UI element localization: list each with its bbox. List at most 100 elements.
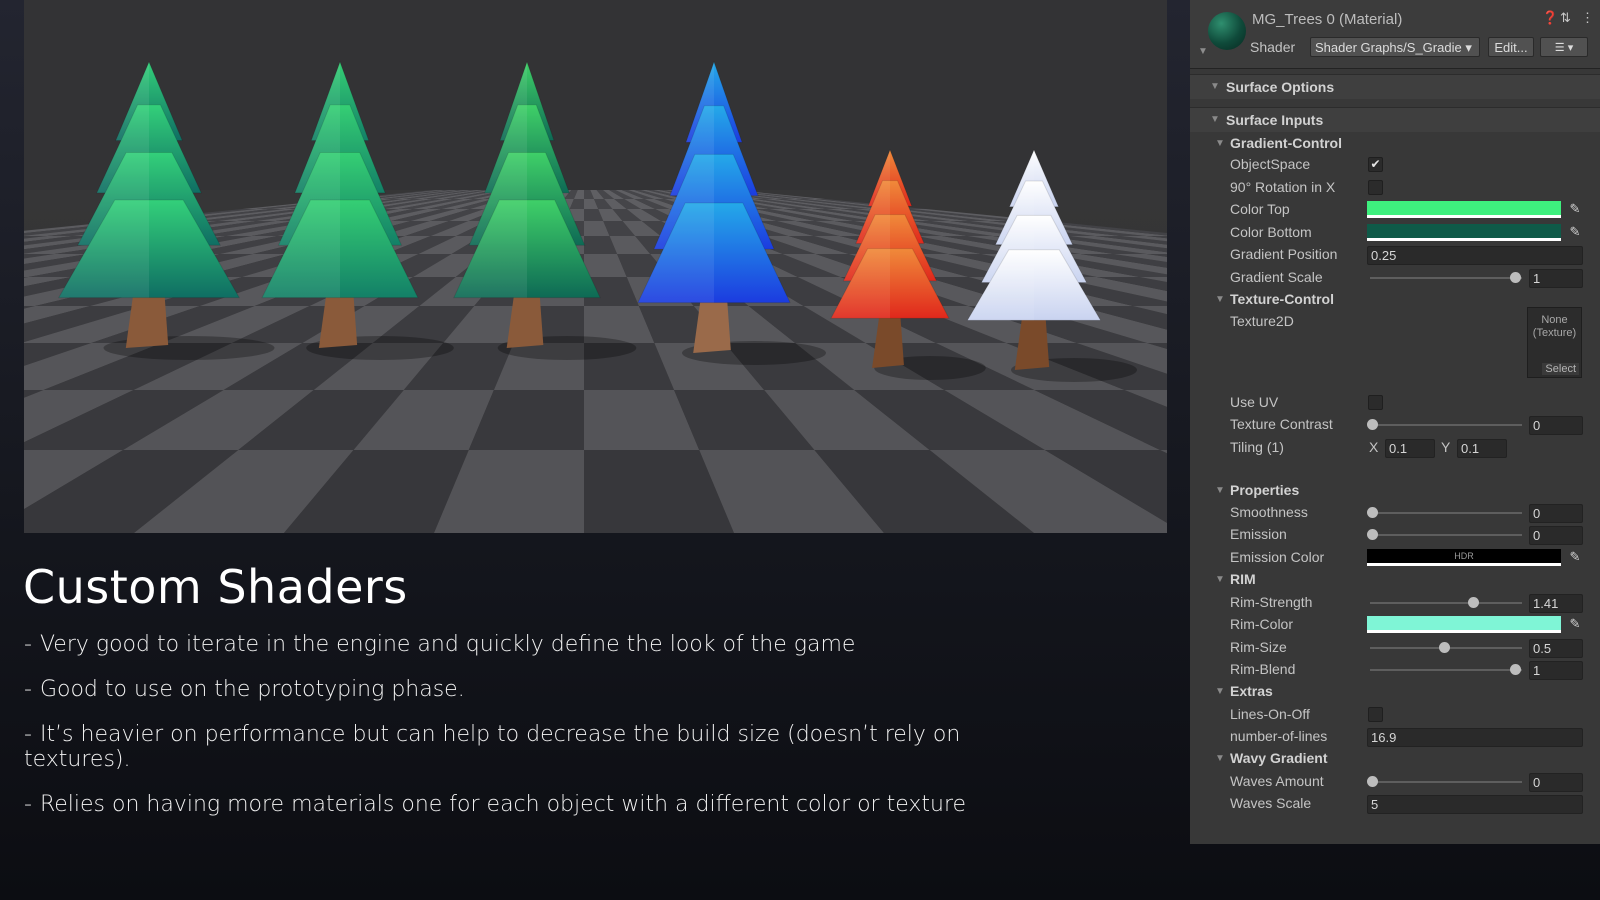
- preset-icon[interactable]: ⇅: [1560, 10, 1571, 26]
- tiling-x-field[interactable]: 0.1: [1385, 439, 1435, 458]
- property-label: Color Bottom: [1230, 224, 1312, 240]
- group-wavy-gradient[interactable]: Wavy Gradient: [1230, 750, 1328, 766]
- rim-strength-field[interactable]: 1.41: [1529, 594, 1583, 613]
- property-label: ObjectSpace: [1230, 156, 1311, 172]
- emission-field[interactable]: 0: [1529, 526, 1583, 545]
- property-label: Rim-Color: [1230, 616, 1293, 632]
- property-label: Waves Scale: [1230, 795, 1312, 811]
- edit-shader-button[interactable]: Edit...: [1488, 37, 1534, 57]
- group-gradient-control[interactable]: Gradient-Control: [1230, 135, 1342, 151]
- slider-handle[interactable]: [1510, 272, 1521, 283]
- property-label: Gradient Scale: [1230, 269, 1323, 285]
- fold-arrow-icon[interactable]: ▼: [1198, 46, 1208, 57]
- section-surface-inputs[interactable]: ▼ Surface Inputs: [1190, 107, 1600, 132]
- object-space-checkbox[interactable]: ✔: [1368, 157, 1383, 172]
- shader-dropdown[interactable]: Shader Graphs/S_Gradie ▾: [1310, 37, 1480, 57]
- bullet-text: It’s heavier on performance but can help…: [24, 722, 961, 772]
- property-label: Tiling (1): [1230, 439, 1284, 455]
- property-color-top: Color Top ✎: [1190, 199, 1600, 221]
- slider-track[interactable]: [1370, 277, 1522, 279]
- help-icon[interactable]: ❓: [1542, 10, 1558, 26]
- bullet-text: Good to use on the prototyping phase.: [39, 677, 465, 702]
- property-waves-scale: Waves Scale 5: [1190, 793, 1600, 815]
- property-label: Smoothness: [1230, 504, 1308, 520]
- property-lines-on-off: Lines-On-Off: [1190, 704, 1600, 726]
- property-label: Rim-Size: [1230, 639, 1287, 655]
- eyedropper-icon[interactable]: ✎: [1566, 201, 1584, 219]
- property-use-uv: Use UV: [1190, 392, 1600, 414]
- slider-handle[interactable]: [1439, 642, 1450, 653]
- slider-handle[interactable]: [1367, 529, 1378, 540]
- slider-track[interactable]: [1370, 534, 1522, 536]
- property-label: Texture2D: [1230, 313, 1294, 329]
- slider-handle[interactable]: [1367, 419, 1378, 430]
- shader-label: Shader: [1250, 39, 1296, 55]
- gradient-scale-field[interactable]: 1: [1529, 269, 1583, 288]
- slider-track[interactable]: [1370, 602, 1522, 604]
- property-tiling: Tiling (1) X 0.1 Y 0.1: [1190, 437, 1600, 459]
- scene-render: [24, 0, 1167, 533]
- fold-arrow-icon[interactable]: ▼: [1215, 294, 1225, 305]
- property-rim-strength: Rim-Strength 1.41: [1190, 592, 1600, 614]
- rim-blend-field[interactable]: 1: [1529, 661, 1583, 680]
- section-surface-options[interactable]: ▼ Surface Options: [1190, 74, 1600, 99]
- property-label: number-of-lines: [1230, 728, 1328, 744]
- group-properties[interactable]: Properties: [1230, 482, 1299, 498]
- bullet-item: - Good to use on the prototyping phase.: [24, 677, 465, 702]
- tiling-y-label: Y: [1441, 439, 1451, 455]
- property-gradient-position: Gradient Position 0.25: [1190, 244, 1600, 266]
- group-rim[interactable]: RIM: [1230, 571, 1256, 587]
- fold-arrow-icon[interactable]: ▼: [1215, 574, 1225, 585]
- color-top-swatch[interactable]: [1367, 201, 1561, 218]
- slider-track[interactable]: [1370, 424, 1522, 426]
- waves-scale-field[interactable]: 5: [1367, 795, 1583, 814]
- property-rim-size: Rim-Size 0.5: [1190, 637, 1600, 659]
- slider-handle[interactable]: [1367, 776, 1378, 787]
- property-label: Emission: [1230, 526, 1287, 542]
- rim-color-swatch[interactable]: [1367, 616, 1561, 633]
- fold-arrow-icon[interactable]: ▼: [1215, 686, 1225, 697]
- property-label: Waves Amount: [1230, 773, 1324, 789]
- lines-on-off-checkbox[interactable]: [1368, 707, 1383, 722]
- material-preview-icon[interactable]: [1208, 12, 1246, 50]
- section-label: Surface Inputs: [1226, 112, 1324, 128]
- fold-arrow-icon[interactable]: ▼: [1215, 753, 1225, 764]
- property-number-of-lines: number-of-lines 16.9: [1190, 726, 1600, 748]
- fold-arrow-icon[interactable]: ▼: [1215, 138, 1225, 149]
- sky-backdrop: [24, 0, 1167, 190]
- color-bottom-swatch[interactable]: [1367, 224, 1561, 241]
- texture-select-button[interactable]: Select: [1542, 363, 1579, 375]
- slider-track[interactable]: [1370, 781, 1522, 783]
- eyedropper-icon[interactable]: ✎: [1566, 549, 1584, 567]
- rotation-x-checkbox[interactable]: [1368, 180, 1383, 195]
- eyedropper-icon[interactable]: ✎: [1566, 224, 1584, 242]
- group-extras[interactable]: Extras: [1230, 683, 1273, 699]
- hdr-label: HDR: [1454, 551, 1474, 561]
- number-of-lines-field[interactable]: 16.9: [1367, 728, 1583, 747]
- gradient-position-field[interactable]: 0.25: [1367, 246, 1583, 265]
- bullet-list: - Very good to iterate in the engine and …: [24, 632, 984, 837]
- fold-arrow-icon[interactable]: ▼: [1215, 485, 1225, 496]
- rim-size-field[interactable]: 0.5: [1529, 639, 1583, 658]
- eyedropper-icon[interactable]: ✎: [1566, 616, 1584, 634]
- texture-contrast-field[interactable]: 0: [1529, 416, 1583, 435]
- slider-handle[interactable]: [1367, 507, 1378, 518]
- kebab-menu-icon[interactable]: ⋮: [1581, 10, 1594, 26]
- smoothness-field[interactable]: 0: [1529, 504, 1583, 523]
- tiling-y-field[interactable]: 0.1: [1457, 439, 1507, 458]
- waves-amount-field[interactable]: 0: [1529, 773, 1583, 792]
- slider-track[interactable]: [1370, 669, 1522, 671]
- shader-options-button[interactable]: ☰ ▾: [1540, 37, 1588, 57]
- group-texture-control[interactable]: Texture-Control: [1230, 291, 1334, 307]
- property-emission-color: Emission Color HDR ✎: [1190, 547, 1600, 569]
- slider-handle[interactable]: [1510, 664, 1521, 675]
- scene-viewport[interactable]: [24, 0, 1167, 533]
- property-rim-blend: Rim-Blend 1: [1190, 659, 1600, 681]
- slider-track[interactable]: [1370, 512, 1522, 514]
- list-icon: ☰: [1554, 42, 1565, 54]
- property-label: Texture Contrast: [1230, 416, 1333, 432]
- slider-handle[interactable]: [1468, 597, 1479, 608]
- use-uv-checkbox[interactable]: [1368, 395, 1383, 410]
- texture-slot[interactable]: None (Texture) Select: [1527, 307, 1582, 378]
- property-rim-color: Rim-Color ✎: [1190, 614, 1600, 636]
